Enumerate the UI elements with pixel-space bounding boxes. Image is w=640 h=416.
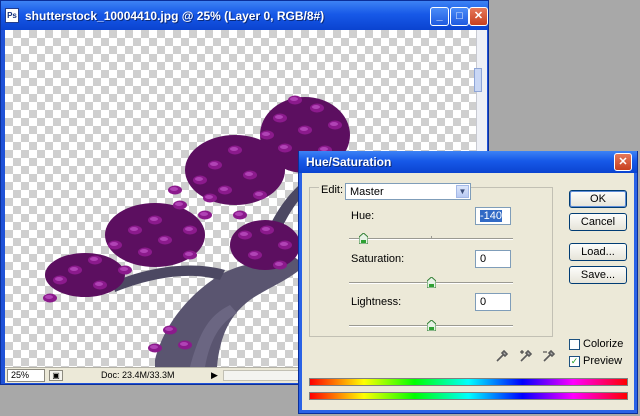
load-button[interactable]: Load... bbox=[569, 243, 627, 261]
hue-input[interactable]: -140 bbox=[475, 207, 511, 225]
hue-value: -140 bbox=[480, 210, 503, 222]
hue-slider-thumb[interactable] bbox=[359, 233, 368, 244]
saturation-input[interactable]: 0 bbox=[475, 250, 511, 268]
colorize-checkbox[interactable] bbox=[569, 339, 580, 350]
close-button[interactable]: ✕ bbox=[469, 7, 488, 26]
ok-button[interactable]: OK bbox=[569, 190, 627, 208]
cancel-button[interactable]: Cancel bbox=[569, 213, 627, 231]
hue-slider-tick bbox=[431, 236, 432, 239]
zoom-field[interactable]: 25% bbox=[7, 369, 45, 382]
chevron-down-icon[interactable]: ▼ bbox=[456, 185, 469, 198]
input-color-bar bbox=[309, 378, 628, 386]
preview-checkbox[interactable]: ✓ bbox=[569, 356, 580, 367]
eyedropper-minus-icon[interactable] bbox=[542, 349, 556, 363]
minimize-button[interactable]: _ bbox=[430, 7, 449, 26]
status-arrow-icon[interactable]: ▶ bbox=[209, 370, 220, 381]
document-title: shutterstock_10004410.jpg @ 25% (Layer 0… bbox=[25, 9, 325, 23]
dialog-title: Hue/Saturation bbox=[306, 155, 392, 169]
edit-label: Edit: bbox=[319, 184, 346, 196]
hue-label: Hue: bbox=[351, 210, 375, 222]
eyedropper-plus-icon[interactable] bbox=[519, 349, 533, 363]
save-button[interactable]: Save... bbox=[569, 266, 627, 284]
lightness-slider-thumb[interactable] bbox=[427, 320, 436, 331]
eyedropper-icon[interactable] bbox=[495, 349, 509, 363]
status-menu-icon[interactable]: ▣ bbox=[49, 370, 63, 381]
edit-select-value: Master bbox=[350, 186, 384, 198]
maximize-button[interactable]: □ bbox=[450, 7, 469, 26]
document-info: Doc: 23.4M/33.3M bbox=[101, 370, 175, 380]
lightness-label: Lightness: bbox=[351, 296, 402, 308]
colorize-label: Colorize bbox=[583, 338, 624, 350]
hue-saturation-dialog: Hue/Saturation ✕ Edit: Master ▼ Hue: -14… bbox=[298, 151, 638, 414]
dialog-close-button[interactable]: ✕ bbox=[614, 153, 632, 171]
document-title-bar[interactable]: Ps shutterstock_10004410.jpg @ 25% (Laye… bbox=[1, 1, 488, 30]
ps-icon: Ps bbox=[5, 8, 19, 23]
lightness-input[interactable]: 0 bbox=[475, 293, 511, 311]
edit-select[interactable]: Master ▼ bbox=[345, 183, 471, 200]
edit-group bbox=[309, 187, 553, 337]
vertical-scroll-thumb[interactable] bbox=[474, 68, 482, 92]
saturation-label: Saturation: bbox=[351, 253, 405, 265]
preview-label: Preview bbox=[583, 355, 623, 367]
horizontal-scrollbar[interactable] bbox=[223, 370, 301, 381]
dialog-title-bar[interactable]: Hue/Saturation ✕ bbox=[299, 151, 637, 173]
output-color-bar bbox=[309, 392, 628, 400]
saturation-slider-thumb[interactable] bbox=[427, 277, 436, 288]
